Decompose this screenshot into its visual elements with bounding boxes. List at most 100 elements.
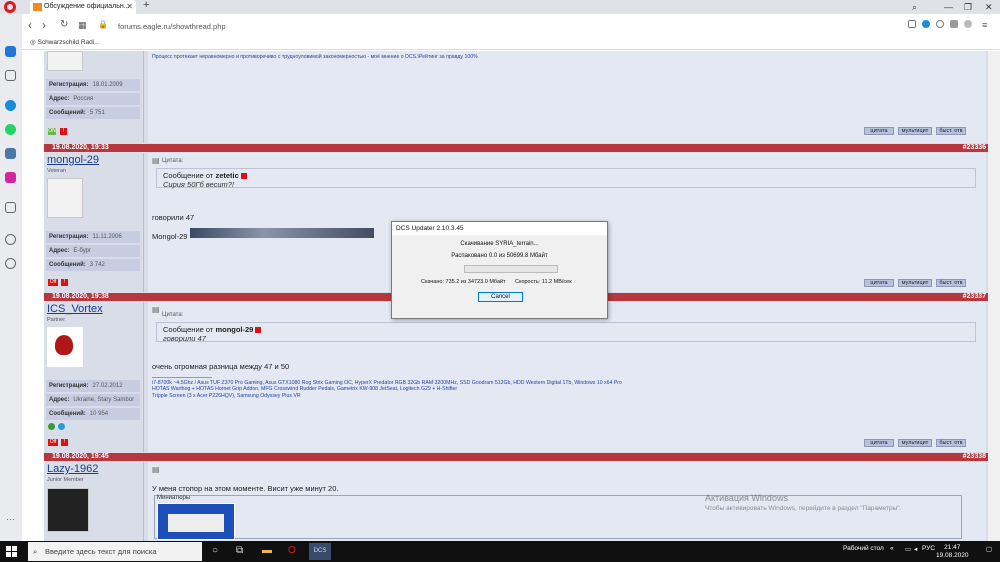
cortana-icon[interactable]: ○ — [212, 545, 218, 556]
post-number-link[interactable]: #23338 — [963, 453, 986, 461]
account-icon[interactable] — [964, 20, 972, 28]
user-title: Partner — [47, 317, 66, 323]
forward-icon[interactable]: › — [42, 18, 46, 32]
back-icon[interactable]: ‹ — [28, 18, 32, 32]
address-bar[interactable]: forums.eagle.ru/showthread.php — [118, 22, 226, 31]
network-icon[interactable]: ▭ — [905, 545, 911, 553]
offline-badge: Off — [48, 279, 58, 286]
post-body: ▤ Цитата: Сообщение от mongol-29 говорил… — [148, 302, 986, 452]
opera-logo-icon[interactable] — [4, 1, 16, 13]
keyboard-lang[interactable]: РУС — [922, 545, 935, 552]
progress-bar — [464, 265, 558, 273]
windows-start-icon[interactable] — [6, 546, 17, 557]
avatar[interactable] — [47, 488, 89, 532]
messenger-icon[interactable] — [5, 100, 16, 111]
multiquote-button[interactable]: мультицит — [898, 127, 932, 135]
cancel-button[interactable]: Cancel — [478, 292, 523, 302]
close-tab-icon[interactable]: ✕ — [126, 0, 133, 14]
desktop-toolbar-label[interactable]: Рабочий стол — [843, 545, 884, 552]
post-userinfo: mongol-29 Veteran Регистрация: 11.11.2006… — [44, 153, 144, 292]
lock-icon: 🔒 — [98, 20, 108, 29]
system-clock[interactable]: 21:47 19.08.2020 — [936, 544, 969, 559]
taskbar-search-input[interactable]: ⌕ Введите здесь текст для поиска — [28, 542, 202, 561]
minimize-icon[interactable]: — — [944, 0, 953, 14]
attachment-thumbnail[interactable] — [157, 503, 235, 540]
quote-button[interactable]: цитата — [864, 127, 894, 135]
fast-reply-button[interactable]: быст. отв — [936, 127, 966, 135]
extensions-icon[interactable] — [950, 20, 958, 28]
username-link[interactable]: ICS_Vortex — [47, 303, 103, 315]
offline-badge: Off — [48, 439, 58, 446]
vpn-icon[interactable] — [922, 20, 930, 28]
username-link[interactable]: mongol-29 — [47, 154, 99, 166]
file-explorer-icon[interactable]: ▬ — [262, 545, 272, 556]
download-speed: Скорость: 11.2 MB/сек — [515, 279, 572, 285]
report-icon[interactable]: ! — [61, 279, 68, 286]
whatsapp-icon[interactable] — [5, 124, 16, 135]
windows-taskbar: ⌕ Введите здесь текст для поиска ○ ⧉ ▬ O… — [0, 541, 1000, 562]
avatar[interactable] — [47, 178, 83, 218]
post-date: 19.08.2020, 19:38 — [52, 293, 109, 300]
history-icon[interactable] — [5, 258, 16, 269]
stat-registration: Регистрация: 18.01.2009 — [46, 79, 140, 91]
fast-reply-button[interactable]: быст. отв — [936, 279, 966, 287]
username-link[interactable]: Lazy-1962 — [47, 463, 98, 475]
forum-post: 19.08.2020, 19:45 #23338 Lazy-1962 Junio… — [44, 453, 988, 541]
close-window-icon[interactable]: ✕ — [985, 0, 993, 14]
stat-messages: Сообщений: 3 742 — [46, 259, 140, 271]
quote-button[interactable]: цитата — [864, 439, 894, 447]
report-icon[interactable]: ! — [60, 128, 67, 135]
notifications-icon[interactable]: ▢ — [986, 545, 992, 553]
skype-icon[interactable] — [58, 423, 65, 430]
post-icon: ▤ — [152, 465, 160, 474]
bookmark-item[interactable]: ◎ Schwarzschild Radi... — [30, 38, 100, 46]
more-icon[interactable]: ··· — [5, 514, 16, 525]
search-tabs-icon[interactable]: ⌕ — [912, 0, 917, 14]
post-number-link[interactable]: #23336 — [963, 144, 986, 152]
post-number-link[interactable]: #23337 — [963, 293, 986, 301]
reload-icon[interactable]: ↻ — [60, 18, 68, 32]
post-text: очень огромная разница между 47 и 50 — [152, 362, 290, 371]
vk-icon[interactable] — [5, 148, 16, 159]
browser-tab-bar: Обсуждение официальн... ✕ + ⌕ — ❐ ✕ — [0, 0, 1000, 14]
report-icon[interactable]: ! — [61, 439, 68, 446]
fast-reply-button[interactable]: быст. отв — [936, 439, 966, 447]
bookmarks-bar: ◎ Schwarzschild Radi... — [22, 36, 1000, 50]
partner-icon — [48, 423, 55, 430]
downloaded-amount: Скачано: 735.2 из 34723.0 Мбайт — [421, 279, 506, 285]
activation-watermark-title: Активация Windows — [705, 493, 788, 503]
post-icon: ▤ — [152, 305, 160, 314]
task-view-icon[interactable]: ⧉ — [236, 545, 243, 556]
home-icon[interactable] — [5, 46, 16, 57]
opera-sidebar: ··· — [0, 14, 22, 541]
multiquote-button[interactable]: мультицит — [898, 279, 932, 287]
menu-icon[interactable]: ≡ — [982, 18, 987, 32]
opera-taskbar-icon[interactable]: O — [288, 545, 296, 556]
dcs-updater-dialog: DCS Updater 2.10.3.45 Скачивание SYRIA_t… — [391, 221, 608, 319]
favorites-icon[interactable] — [5, 234, 16, 245]
post-userinfo: Lazy-1962 Junior Member — [44, 462, 144, 541]
tray-arrow-icon[interactable]: « — [890, 545, 894, 552]
speed-dial-icon[interactable]: ▦ — [78, 18, 87, 32]
activation-watermark-text: Чтобы активировать Windows, перейдите в … — [705, 505, 902, 512]
browser-tab[interactable]: Обсуждение официальн... ✕ — [30, 0, 136, 14]
post-date: 19.08.2020, 19:45 — [52, 453, 109, 460]
page-scrollbar[interactable] — [988, 51, 1000, 541]
instagram-icon[interactable] — [5, 172, 16, 183]
stat-address: Адрес: Е-бург — [46, 245, 140, 257]
avatar[interactable] — [47, 327, 83, 367]
view-post-icon[interactable] — [255, 327, 262, 333]
snapshot-icon[interactable] — [908, 20, 916, 28]
volume-icon[interactable]: ◂ — [914, 545, 917, 553]
new-tab-icon[interactable]: + — [143, 0, 149, 11]
signature-name: Mongol-29 — [152, 232, 188, 241]
search-icon: ⌕ — [33, 547, 38, 556]
bookmarks-icon[interactable] — [5, 70, 16, 81]
view-post-icon[interactable] — [240, 173, 247, 179]
multiquote-button[interactable]: мультицит — [898, 439, 932, 447]
heart-icon[interactable] — [936, 20, 944, 28]
quote-button[interactable]: цитата — [864, 279, 894, 287]
dcs-taskbar-icon[interactable]: DCS — [309, 543, 331, 560]
restore-icon[interactable]: ❐ — [964, 0, 972, 14]
flow-icon[interactable] — [5, 202, 16, 213]
